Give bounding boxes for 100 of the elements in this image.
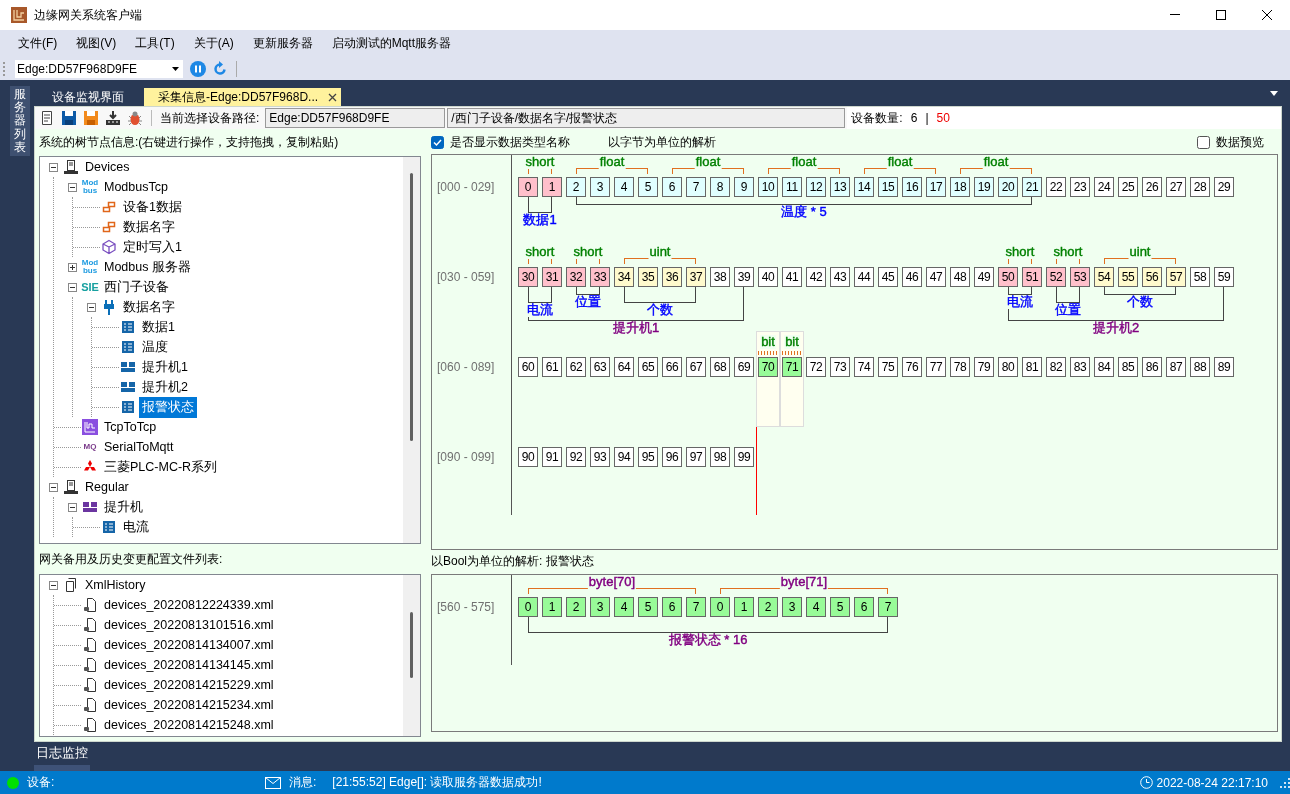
byte-cell: 4 xyxy=(614,597,634,617)
menu-item[interactable]: 视图(V) xyxy=(68,32,125,55)
refresh-icon[interactable] xyxy=(212,60,228,77)
tree-item[interactable]: devices_20220812224339.xml xyxy=(101,596,277,614)
path-field[interactable]: /西门子设备/数据名字/报警状态 xyxy=(447,108,846,128)
tree-item[interactable]: Modbus 服务器 xyxy=(101,256,194,278)
tree-item[interactable]: 设备1数据 xyxy=(120,196,185,218)
collapse-icon[interactable] xyxy=(67,182,77,192)
menu-item[interactable]: 关于(A) xyxy=(185,32,242,55)
tree-item[interactable]: SerialToMqtt xyxy=(101,438,177,456)
tree-item[interactable]: devices_20220814134145.xml xyxy=(101,656,277,674)
tree-item[interactable]: devices_20220814215234.xml xyxy=(101,696,277,714)
byte-cell: 11 xyxy=(782,177,802,197)
server-dropdown[interactable]: Edge:DD57F968D9FE xyxy=(14,58,184,79)
tree-item[interactable]: devices_20220814134007.xml xyxy=(101,636,277,654)
group-label: 温度 * 5 xyxy=(780,205,828,219)
byte-cell: 30 xyxy=(518,267,538,287)
tree-item[interactable]: 三菱PLC-MC-R系列 xyxy=(101,456,221,478)
caret-icon[interactable] xyxy=(172,66,179,71)
close-icon[interactable] xyxy=(1259,9,1275,21)
section-title: 网关备用及历史变更配置文件列表: xyxy=(39,551,224,568)
file-icon xyxy=(82,717,98,733)
collapse-icon[interactable] xyxy=(48,482,58,492)
dropdown-icon[interactable] xyxy=(1270,90,1278,96)
byte-cell: 8 xyxy=(710,177,730,197)
byte-cell: 1 xyxy=(542,177,562,197)
tree-item[interactable]: 数据名字 xyxy=(120,296,178,318)
tree-item[interactable]: 提升机 xyxy=(101,496,146,518)
tree-item[interactable]: devices_20220813101516.xml xyxy=(101,616,277,634)
tree-item[interactable]: ModbusTcp xyxy=(101,178,171,196)
byte-cell: 42 xyxy=(806,267,826,287)
tree-item[interactable]: TcpToTcp xyxy=(101,418,160,436)
type-label: float xyxy=(598,155,626,169)
tree-item[interactable]: 电流 xyxy=(120,516,152,538)
document-icon xyxy=(63,577,79,593)
table-icon xyxy=(101,519,117,535)
byte-cell: 66 xyxy=(662,357,682,377)
tree-item[interactable]: 西门子设备 xyxy=(101,276,172,298)
checkbox-label[interactable]: 数据预览 xyxy=(1216,134,1264,151)
expand-icon[interactable] xyxy=(67,262,77,272)
menu-item[interactable]: 更新服务器 xyxy=(244,32,321,55)
byte-cell: 54 xyxy=(1094,267,1114,287)
menu-item[interactable]: 工具(T) xyxy=(127,32,183,55)
byte-cell: 3 xyxy=(782,597,802,617)
type-label: short xyxy=(1052,245,1084,259)
tree-item[interactable]: 温度 xyxy=(139,336,171,358)
byte-cell: 7 xyxy=(878,597,898,617)
checkbox-label[interactable]: 是否显示数据类型名称 xyxy=(450,134,570,151)
byte-cell: 56 xyxy=(1142,267,1162,287)
byte-cell: 2 xyxy=(566,177,586,197)
byte-cell: 12 xyxy=(806,177,826,197)
checkbox[interactable] xyxy=(431,136,444,149)
download-icon[interactable] xyxy=(105,110,121,126)
byte-cell: 41 xyxy=(782,267,802,287)
tree-item[interactable]: devices_20220814215248.xml xyxy=(101,716,277,734)
menu-item[interactable]: 启动测试的Mqtt服务器 xyxy=(323,32,459,55)
document-icon[interactable] xyxy=(39,110,55,126)
byte-cell: 94 xyxy=(614,447,634,467)
save-icon[interactable] xyxy=(61,110,77,126)
collapse-icon[interactable] xyxy=(48,580,58,590)
byte-cell: 4 xyxy=(614,177,634,197)
side-panel-tab[interactable]: 服务器列表 xyxy=(10,86,30,156)
collapse-icon[interactable] xyxy=(67,282,77,292)
tab[interactable]: 设备监视界面 xyxy=(38,88,138,106)
total-count: 50 xyxy=(936,111,950,125)
file-icon xyxy=(82,617,98,633)
collapse-icon[interactable] xyxy=(67,502,77,512)
tree-item[interactable]: 定时写入1 xyxy=(120,236,185,258)
menu-item[interactable]: 文件(F) xyxy=(10,32,66,55)
type-label: short xyxy=(572,245,604,259)
byte-cell: 71 xyxy=(782,357,802,377)
bug-icon[interactable] xyxy=(127,110,143,126)
tree-item[interactable]: devices_20220814215229.xml xyxy=(101,676,277,694)
close-icon[interactable] xyxy=(328,92,338,102)
type-label: byte[70] xyxy=(587,575,637,589)
tab[interactable]: 采集信息-Edge:DD57F968D... xyxy=(144,88,342,106)
maximize-icon[interactable] xyxy=(1213,9,1229,21)
type-label: float xyxy=(982,155,1010,169)
byte-cell: 55 xyxy=(1118,267,1138,287)
address-range: [090 - 099] xyxy=(436,449,496,466)
type-label: float xyxy=(886,155,914,169)
pause-icon[interactable] xyxy=(190,60,206,77)
tree-item[interactable]: Devices xyxy=(82,158,133,176)
byte-cell: 7 xyxy=(686,177,706,197)
checkbox[interactable] xyxy=(1197,136,1210,149)
edge-field[interactable]: Edge:DD57F968D9FE xyxy=(265,108,446,128)
tree-item[interactable]: 数据1 xyxy=(139,316,178,338)
collapse-icon[interactable] xyxy=(48,162,58,172)
tree-item[interactable]: XmlHistory xyxy=(82,576,149,594)
tree-item[interactable]: 报警状态 xyxy=(139,396,197,418)
byte-cell: 0 xyxy=(518,177,538,197)
collapse-icon[interactable] xyxy=(86,302,96,312)
log-tab[interactable]: 日志监控 xyxy=(36,745,88,762)
tree-item[interactable]: 提升机2 xyxy=(139,376,191,398)
tree-item[interactable]: 数据名字 xyxy=(120,216,178,238)
byte-cell: 16 xyxy=(902,177,922,197)
tree-item[interactable]: Regular xyxy=(82,478,132,496)
byte-cell: 90 xyxy=(518,447,538,467)
tree-item[interactable]: 提升机1 xyxy=(139,356,191,378)
byte-cell: 1 xyxy=(542,597,562,617)
